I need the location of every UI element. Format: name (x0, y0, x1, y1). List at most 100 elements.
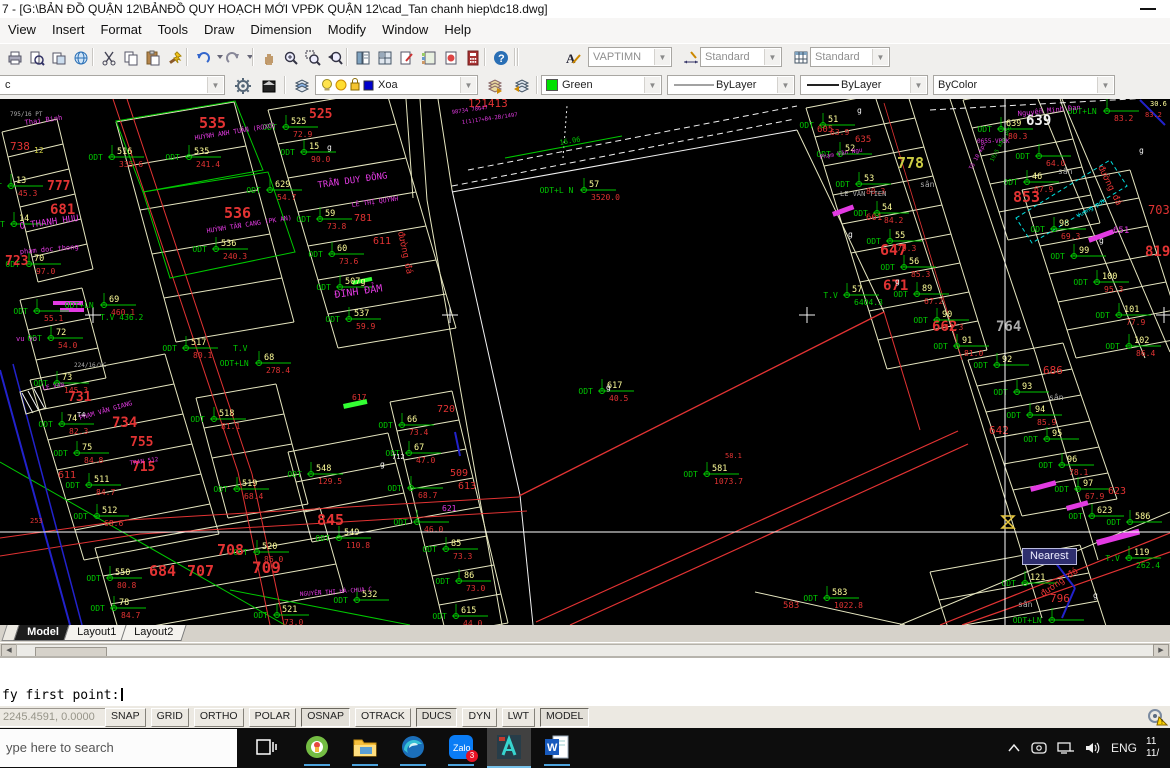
menu-draw[interactable]: Draw (196, 18, 242, 41)
chevron-down-icon[interactable]: ▼ (1097, 77, 1113, 93)
calculator-icon[interactable] (462, 47, 484, 69)
taskbar-app-zalo[interactable]: Zalo 3 (439, 728, 483, 766)
minimize-icon[interactable] (1140, 8, 1156, 10)
properties-icon[interactable] (352, 47, 374, 69)
layer-combo[interactable]: Xoa▼ (315, 75, 478, 95)
toggle-lwt[interactable]: LWT (502, 708, 535, 727)
network-icon[interactable] (1057, 741, 1075, 755)
workspace-combo[interactable]: c▼ (0, 75, 225, 95)
redo-icon[interactable] (222, 47, 244, 69)
svg-text:96: 96 (1067, 455, 1077, 465)
horizontal-scrollbar[interactable]: ◀ ▶ (0, 642, 1170, 657)
linetype-combo[interactable]: ByLayer▼ (667, 75, 795, 95)
markup-icon[interactable] (396, 47, 418, 69)
taskbar-app-coccoc[interactable] (295, 728, 339, 766)
gear-icon[interactable] (232, 75, 254, 97)
menu-insert[interactable]: Insert (44, 18, 93, 41)
toggle-otrack[interactable]: OTRACK (355, 708, 411, 727)
tool-palettes-icon[interactable] (418, 47, 440, 69)
taskbar-app-word[interactable]: W (535, 728, 579, 766)
toggle-model[interactable]: MODEL (540, 708, 589, 727)
help-icon[interactable]: ? (490, 47, 512, 69)
menu-window[interactable]: Window (374, 18, 436, 41)
layer-previous-icon[interactable] (510, 75, 532, 97)
svg-text:ODT: ODT (53, 449, 68, 458)
toolbar-lock-icon[interactable] (258, 75, 280, 97)
undo-icon[interactable] (192, 47, 214, 69)
pan-icon[interactable] (258, 47, 280, 69)
chevron-down-icon[interactable]: ▼ (654, 49, 670, 65)
chevron-down-icon[interactable]: ▼ (207, 77, 223, 93)
copy-icon[interactable] (120, 47, 142, 69)
toggle-snap[interactable]: SNAP (105, 708, 146, 727)
screen-record-icon[interactable] (1030, 741, 1048, 755)
toggle-dyn[interactable]: DYN (462, 708, 496, 727)
zoom-realtime-icon[interactable] (280, 47, 302, 69)
dim-style-combo[interactable]: Standard▼ (700, 47, 782, 67)
language-indicator[interactable]: ENG (1111, 741, 1137, 755)
layers-icon[interactable] (291, 75, 313, 97)
menu-help[interactable]: Help (436, 18, 479, 41)
tray-chevron-up-icon[interactable] (1007, 743, 1021, 753)
menu-dimension[interactable]: Dimension (242, 18, 319, 41)
chevron-down-icon[interactable]: ▼ (764, 49, 780, 65)
speaker-icon[interactable] (1084, 741, 1102, 755)
layer-states-icon[interactable] (484, 75, 506, 97)
command-window[interactable]: fy first point: (0, 656, 1170, 708)
window-title: 7 - [G:\BẢN ĐỒ QUẬN 12\BẢNĐỒ QUY HOẠCH M… (2, 2, 548, 16)
table-style-icon[interactable] (790, 47, 812, 69)
zoom-window-icon[interactable] (302, 47, 324, 69)
chevron-down-icon[interactable]: ▼ (910, 77, 926, 93)
sheet-set-icon[interactable] (440, 47, 462, 69)
tray-clock[interactable]: 11 11/ (1146, 736, 1168, 760)
publish-icon[interactable] (48, 47, 70, 69)
svg-text:100: 100 (1102, 272, 1117, 282)
task-view-button[interactable] (244, 728, 288, 766)
web-icon[interactable] (70, 47, 92, 69)
chevron-down-icon[interactable]: ▼ (644, 77, 660, 93)
svg-text:86: 86 (464, 571, 474, 581)
dim-style-icon[interactable] (680, 47, 702, 69)
lineweight-combo[interactable]: ByLayer▼ (800, 75, 928, 95)
svg-text:241.4: 241.4 (196, 160, 220, 169)
command-prompt[interactable]: fy first point: (2, 688, 123, 703)
menu-modify[interactable]: Modify (320, 18, 374, 41)
svg-text:ODT: ODT (422, 545, 437, 554)
coccoc-icon (304, 734, 330, 760)
tab-layout2[interactable]: Layout2 (120, 625, 186, 641)
text-style-icon[interactable]: A (562, 47, 584, 69)
color-combo[interactable]: Green▼ (541, 75, 662, 95)
toggle-osnap[interactable]: OSNAP (301, 708, 350, 727)
taskbar-app-autocad[interactable] (487, 728, 531, 768)
design-center-icon[interactable] (374, 47, 396, 69)
table-style-combo[interactable]: Standard▼ (810, 47, 890, 67)
drawing-canvas[interactable]: ODT516335.6ODT535241.4ODT52572.9ODT1590.… (0, 99, 1170, 625)
toggle-grid[interactable]: GRID (151, 708, 189, 727)
toggle-ortho[interactable]: ORTHO (194, 708, 244, 727)
svg-text:731: 731 (68, 390, 92, 405)
svg-text:102: 102 (1134, 336, 1149, 346)
menu-tools[interactable]: Tools (150, 18, 196, 41)
tab-layout1[interactable]: Layout1 (63, 625, 129, 641)
svg-text:623: 623 (1108, 486, 1126, 497)
paste-icon[interactable] (142, 47, 164, 69)
svg-text:240.3: 240.3 (223, 252, 247, 261)
chevron-down-icon[interactable]: ▼ (460, 77, 476, 93)
toggle-polar[interactable]: POLAR (249, 708, 297, 727)
menu-format[interactable]: Format (92, 18, 149, 41)
cut-icon[interactable] (98, 47, 120, 69)
print-icon[interactable] (4, 47, 26, 69)
chevron-down-icon[interactable]: ▼ (872, 49, 888, 65)
match-properties-icon[interactable] (164, 47, 186, 69)
communication-center-icon[interactable]: ! (1146, 708, 1168, 726)
print-preview-icon[interactable] (26, 47, 48, 69)
taskbar-app-edge[interactable] (391, 728, 435, 766)
zoom-previous-icon[interactable] (324, 47, 346, 69)
search-input[interactable]: ype here to search (0, 729, 237, 767)
taskbar-app-file-explorer[interactable] (343, 728, 387, 766)
toggle-ducs[interactable]: DUCS (416, 708, 458, 727)
plotstyle-combo[interactable]: ByColor▼ (933, 75, 1115, 95)
text-style-combo[interactable]: VAPTIMN▼ (588, 47, 672, 67)
menu-view[interactable]: View (0, 18, 44, 41)
chevron-down-icon[interactable]: ▼ (777, 77, 793, 93)
